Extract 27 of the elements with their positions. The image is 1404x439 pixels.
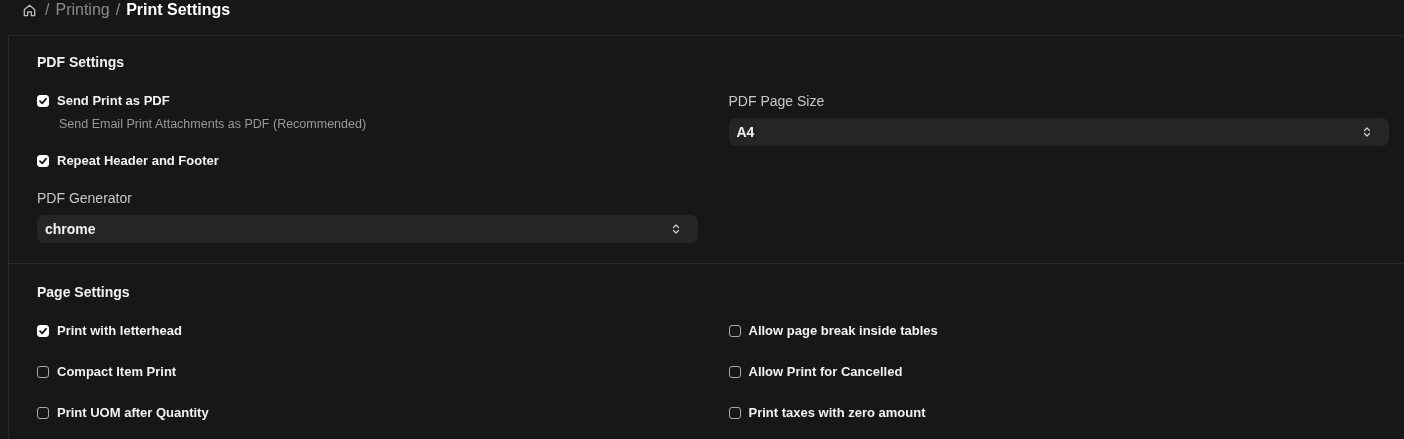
checkbox-label: Allow page break inside tables — [748, 323, 938, 338]
breadcrumb-item[interactable]: Printing — [55, 1, 110, 19]
section-title: PDF Settings — [37, 54, 126, 70]
checkbox-label: Print taxes with zero amount — [748, 405, 926, 420]
checkbox-label: Send Print as PDF — [57, 93, 170, 108]
checkbox[interactable] — [728, 406, 741, 419]
checkbox[interactable] — [37, 406, 49, 419]
checkbox-label: Allow Print for Cancelled — [748, 364, 903, 379]
checkbox[interactable] — [728, 324, 741, 337]
checkbox[interactable] — [37, 365, 49, 378]
chevron-up-down-icon — [1363, 126, 1371, 138]
field-label: PDF Generator — [37, 190, 133, 206]
checkbox-label: Print UOM after Quantity — [57, 405, 209, 420]
breadcrumb-separator: / — [115, 1, 121, 19]
checkbox-label: Compact Item Print — [57, 364, 177, 379]
breadcrumb-separator: / — [45, 1, 50, 19]
home-icon[interactable] — [22, 3, 37, 18]
field-label: PDF Page Size — [728, 93, 826, 109]
select-field[interactable]: A4 — [728, 118, 1389, 146]
checkbox-label: Repeat Header and Footer — [57, 153, 219, 168]
select-field[interactable]: chrome — [37, 215, 698, 243]
checkbox-label: Print with letterhead — [57, 323, 182, 338]
field-description: Send Email Print Attachments as PDF (Recommended) — [58, 117, 368, 131]
breadcrumb-item: Print Settings — [126, 1, 231, 19]
section-title: Page Settings — [37, 284, 131, 300]
chevron-up-down-icon — [671, 223, 680, 235]
checkbox[interactable] — [728, 365, 741, 378]
